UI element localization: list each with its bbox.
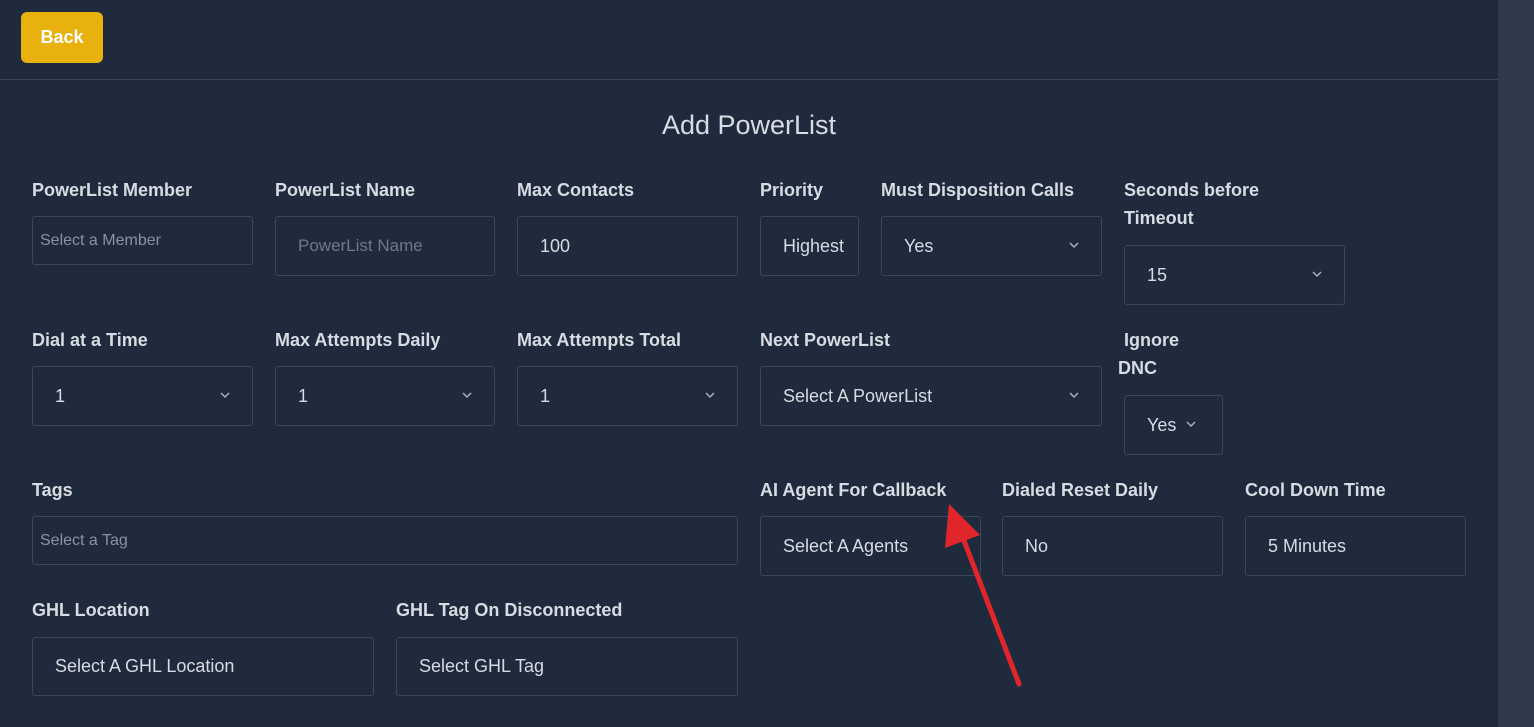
- max-contacts-input[interactable]: 100: [517, 216, 738, 276]
- max-attempts-daily-label: Max Attempts Daily: [275, 330, 441, 350]
- name-label: PowerList Name: [275, 180, 416, 200]
- cool-down-value: 5 Minutes: [1268, 535, 1347, 556]
- max-contacts-value: 100: [540, 235, 571, 256]
- must-disposition-label: Must Disposition Calls: [881, 180, 1075, 200]
- chevron-down-icon: [1186, 419, 1196, 429]
- ghl-tag-select[interactable]: Select GHL Tag: [396, 637, 738, 696]
- scrollbar-track[interactable]: [1498, 0, 1534, 727]
- next-powerlist-select[interactable]: Select A PowerList: [760, 366, 1102, 426]
- timeout-select[interactable]: 15: [1124, 245, 1345, 305]
- ignore-dnc-value: Yes: [1147, 414, 1177, 435]
- tags-select[interactable]: Select a Tag: [32, 516, 738, 565]
- dial-at-time-value: 1: [55, 385, 66, 406]
- ignore-dnc-label-line2: DNC: [1118, 358, 1157, 378]
- back-button[interactable]: Back: [21, 12, 103, 63]
- timeout-label-line1: Seconds before: [1124, 180, 1260, 200]
- name-placeholder: PowerList Name: [298, 236, 423, 255]
- ghl-tag-label: GHL Tag On Disconnected: [396, 600, 623, 620]
- chevron-down-icon: [1069, 390, 1079, 400]
- chevron-down-icon: [1069, 240, 1079, 250]
- cool-down-label: Cool Down Time: [1245, 480, 1386, 500]
- member-select[interactable]: Select a Member: [32, 216, 253, 265]
- chevron-down-icon: [220, 390, 230, 400]
- max-attempts-total-label: Max Attempts Total: [517, 330, 682, 350]
- must-disposition-select[interactable]: Yes: [881, 216, 1102, 276]
- dialed-reset-select[interactable]: No: [1002, 516, 1223, 576]
- chevron-down-icon: [462, 390, 472, 400]
- ghl-location-select[interactable]: Select A GHL Location: [32, 637, 374, 696]
- ghl-tag-value: Select GHL Tag: [419, 656, 545, 676]
- cool-down-select[interactable]: 5 Minutes: [1245, 516, 1466, 576]
- ai-agent-select[interactable]: Select A Agents: [760, 516, 981, 576]
- page-title: Add PowerList: [661, 110, 837, 140]
- dialed-reset-label: Dialed Reset Daily: [1002, 480, 1159, 500]
- ai-agent-value: Select A Agents: [783, 535, 909, 556]
- dial-at-time-select[interactable]: 1: [32, 366, 253, 426]
- dialed-reset-value: No: [1025, 535, 1049, 556]
- next-powerlist-label: Next PowerList: [760, 330, 891, 350]
- tags-label: Tags: [32, 480, 73, 500]
- max-attempts-total-select[interactable]: 1: [517, 366, 738, 426]
- top-bar: Back: [0, 0, 1498, 80]
- member-placeholder: Select a Member: [40, 231, 161, 249]
- priority-select[interactable]: Highest: [760, 216, 859, 276]
- member-label: PowerList Member: [32, 180, 193, 200]
- ghl-location-value: Select A GHL Location: [55, 656, 235, 676]
- chevron-down-icon: [1312, 269, 1322, 279]
- ignore-dnc-select[interactable]: Yes: [1124, 395, 1223, 455]
- name-input[interactable]: PowerList Name: [275, 216, 495, 276]
- dial-at-time-label: Dial at a Time: [32, 330, 148, 350]
- priority-value: Highest: [783, 235, 845, 256]
- max-attempts-daily-select[interactable]: 1: [275, 366, 495, 426]
- ghl-location-label: GHL Location: [32, 600, 150, 620]
- tags-placeholder: Select a Tag: [40, 531, 128, 549]
- max-attempts-daily-value: 1: [298, 385, 309, 406]
- ignore-dnc-label-line1: Ignore: [1124, 330, 1180, 350]
- must-disposition-value: Yes: [904, 235, 934, 256]
- timeout-label-line2: Timeout: [1124, 208, 1194, 228]
- max-contacts-label: Max Contacts: [517, 180, 635, 200]
- timeout-value: 15: [1147, 264, 1168, 285]
- chevron-down-icon: [705, 390, 715, 400]
- next-powerlist-value: Select A PowerList: [783, 385, 933, 406]
- ai-agent-label: AI Agent For Callback: [760, 480, 947, 500]
- max-attempts-total-value: 1: [540, 385, 551, 406]
- priority-label: Priority: [760, 180, 824, 200]
